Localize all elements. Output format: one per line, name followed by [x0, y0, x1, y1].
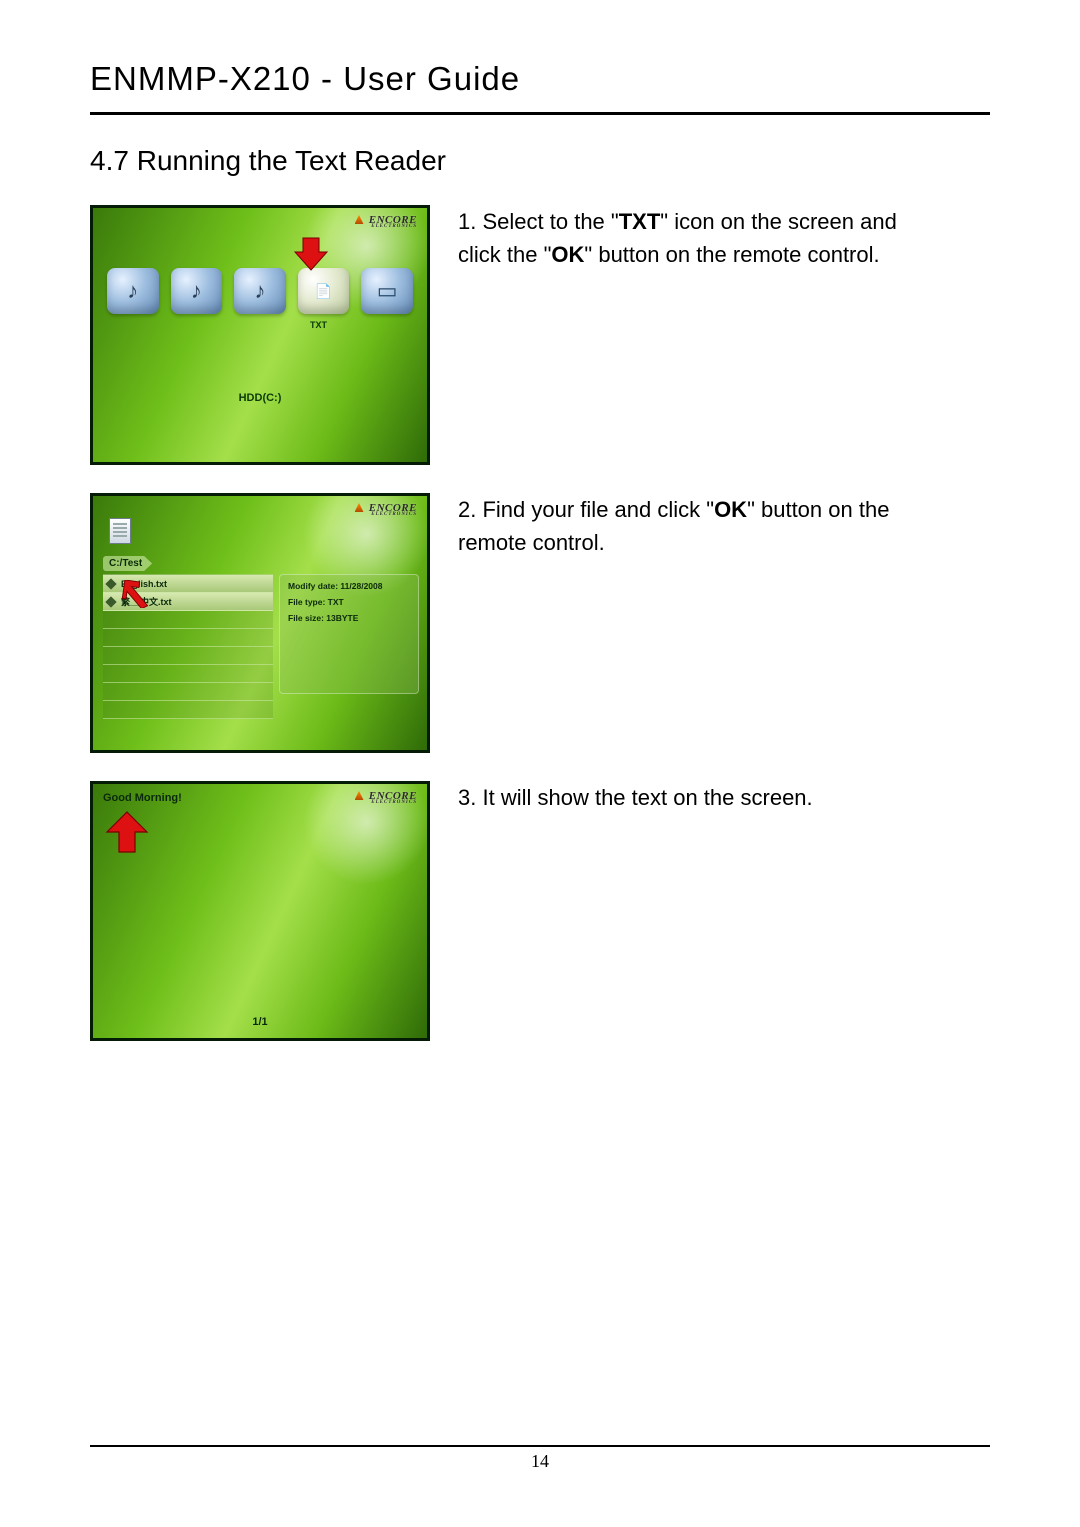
brand-sub: ELECTRONICS — [355, 800, 418, 805]
brand-sub: ELECTRONICS — [355, 224, 418, 229]
txt-label: TXT — [310, 320, 327, 330]
step-2-text: 2. Find your file and click "OK" button … — [458, 493, 898, 559]
step-3-row: ENCORE ELECTRONICS Good Morning! 1/1 3. … — [90, 781, 990, 1041]
bold-txt: TXT — [619, 209, 661, 234]
file-row-empty — [103, 629, 273, 647]
bold-ok: OK — [551, 242, 584, 267]
info-file-size: File size: 13BYTE — [288, 613, 410, 623]
screenshot-3: ENCORE ELECTRONICS Good Morning! 1/1 — [90, 781, 430, 1041]
folder-glyph: ▭ — [361, 268, 413, 314]
music-icon[interactable]: ♪ — [171, 268, 223, 314]
section-number: 4.7 — [90, 145, 129, 176]
footer-rule — [90, 1445, 990, 1447]
document-icon — [109, 518, 131, 544]
step-3-text: 3. It will show the text on the screen. — [458, 781, 813, 814]
info-modify-date: Modify date: 11/28/2008 — [288, 581, 410, 591]
page-indicator: 1/1 — [252, 1016, 267, 1028]
file-row-empty — [103, 665, 273, 683]
red-arrow-down-icon — [293, 236, 329, 272]
screenshot-1: ENCORE ELECTRONICS ♪ ♪ ♪ 📄 ▭ TXT HDD(C:) — [90, 205, 430, 465]
section-name: Running the Text Reader — [137, 145, 446, 176]
bold-ok: OK — [714, 497, 747, 522]
brand-sub: ELECTRONICS — [355, 512, 418, 517]
music-icon[interactable]: ♪ — [234, 268, 286, 314]
encore-logo: ENCORE ELECTRONICS — [355, 214, 418, 229]
step-1-row: ENCORE ELECTRONICS ♪ ♪ ♪ 📄 ▭ TXT HDD(C:)… — [90, 205, 990, 465]
red-arrow-diag-icon — [121, 580, 155, 608]
step-1-text: 1. Select to the "TXT" icon on the scree… — [458, 205, 898, 271]
green-background — [93, 208, 427, 462]
screenshot-2: ENCORE ELECTRONICS C:/Test English.txt 繁… — [90, 493, 430, 753]
info-file-type: File type: TXT — [288, 597, 410, 607]
file-row-empty — [103, 683, 273, 701]
note-glyph: ♪ — [171, 268, 223, 314]
page-glyph: 📄 — [298, 268, 350, 314]
red-arrow-up-icon — [103, 810, 151, 854]
file-info-panel: Modify date: 11/28/2008 File type: TXT F… — [279, 574, 419, 694]
file-row-empty — [103, 701, 273, 719]
page-header-title: ENMMP-X210 - User Guide — [90, 60, 990, 98]
note-glyph: ♪ — [107, 268, 159, 314]
section-title: 4.7 Running the Text Reader — [90, 145, 990, 177]
encore-logo: ENCORE ELECTRONICS — [355, 502, 418, 517]
step-num: 1. — [458, 209, 476, 234]
header-rule — [90, 112, 990, 115]
breadcrumb[interactable]: C:/Test — [103, 556, 152, 571]
diamond-bullet-icon — [105, 596, 116, 607]
storage-label: HDD(C:) — [239, 392, 282, 404]
music-icon[interactable]: ♪ — [107, 268, 159, 314]
step-num: 3. — [458, 785, 476, 810]
encore-logo: ENCORE ELECTRONICS — [355, 790, 418, 805]
txt-icon[interactable]: 📄 — [298, 268, 350, 314]
text-content: Good Morning! — [103, 792, 182, 804]
file-row-empty — [103, 611, 273, 629]
step-2-row: ENCORE ELECTRONICS C:/Test English.txt 繁… — [90, 493, 990, 753]
page-number: 14 — [0, 1451, 1080, 1472]
file-row-empty — [103, 647, 273, 665]
diamond-bullet-icon — [105, 578, 116, 589]
note-glyph: ♪ — [234, 268, 286, 314]
step-num: 2. — [458, 497, 476, 522]
icon-row: ♪ ♪ ♪ 📄 ▭ — [107, 268, 413, 314]
folder-icon[interactable]: ▭ — [361, 268, 413, 314]
